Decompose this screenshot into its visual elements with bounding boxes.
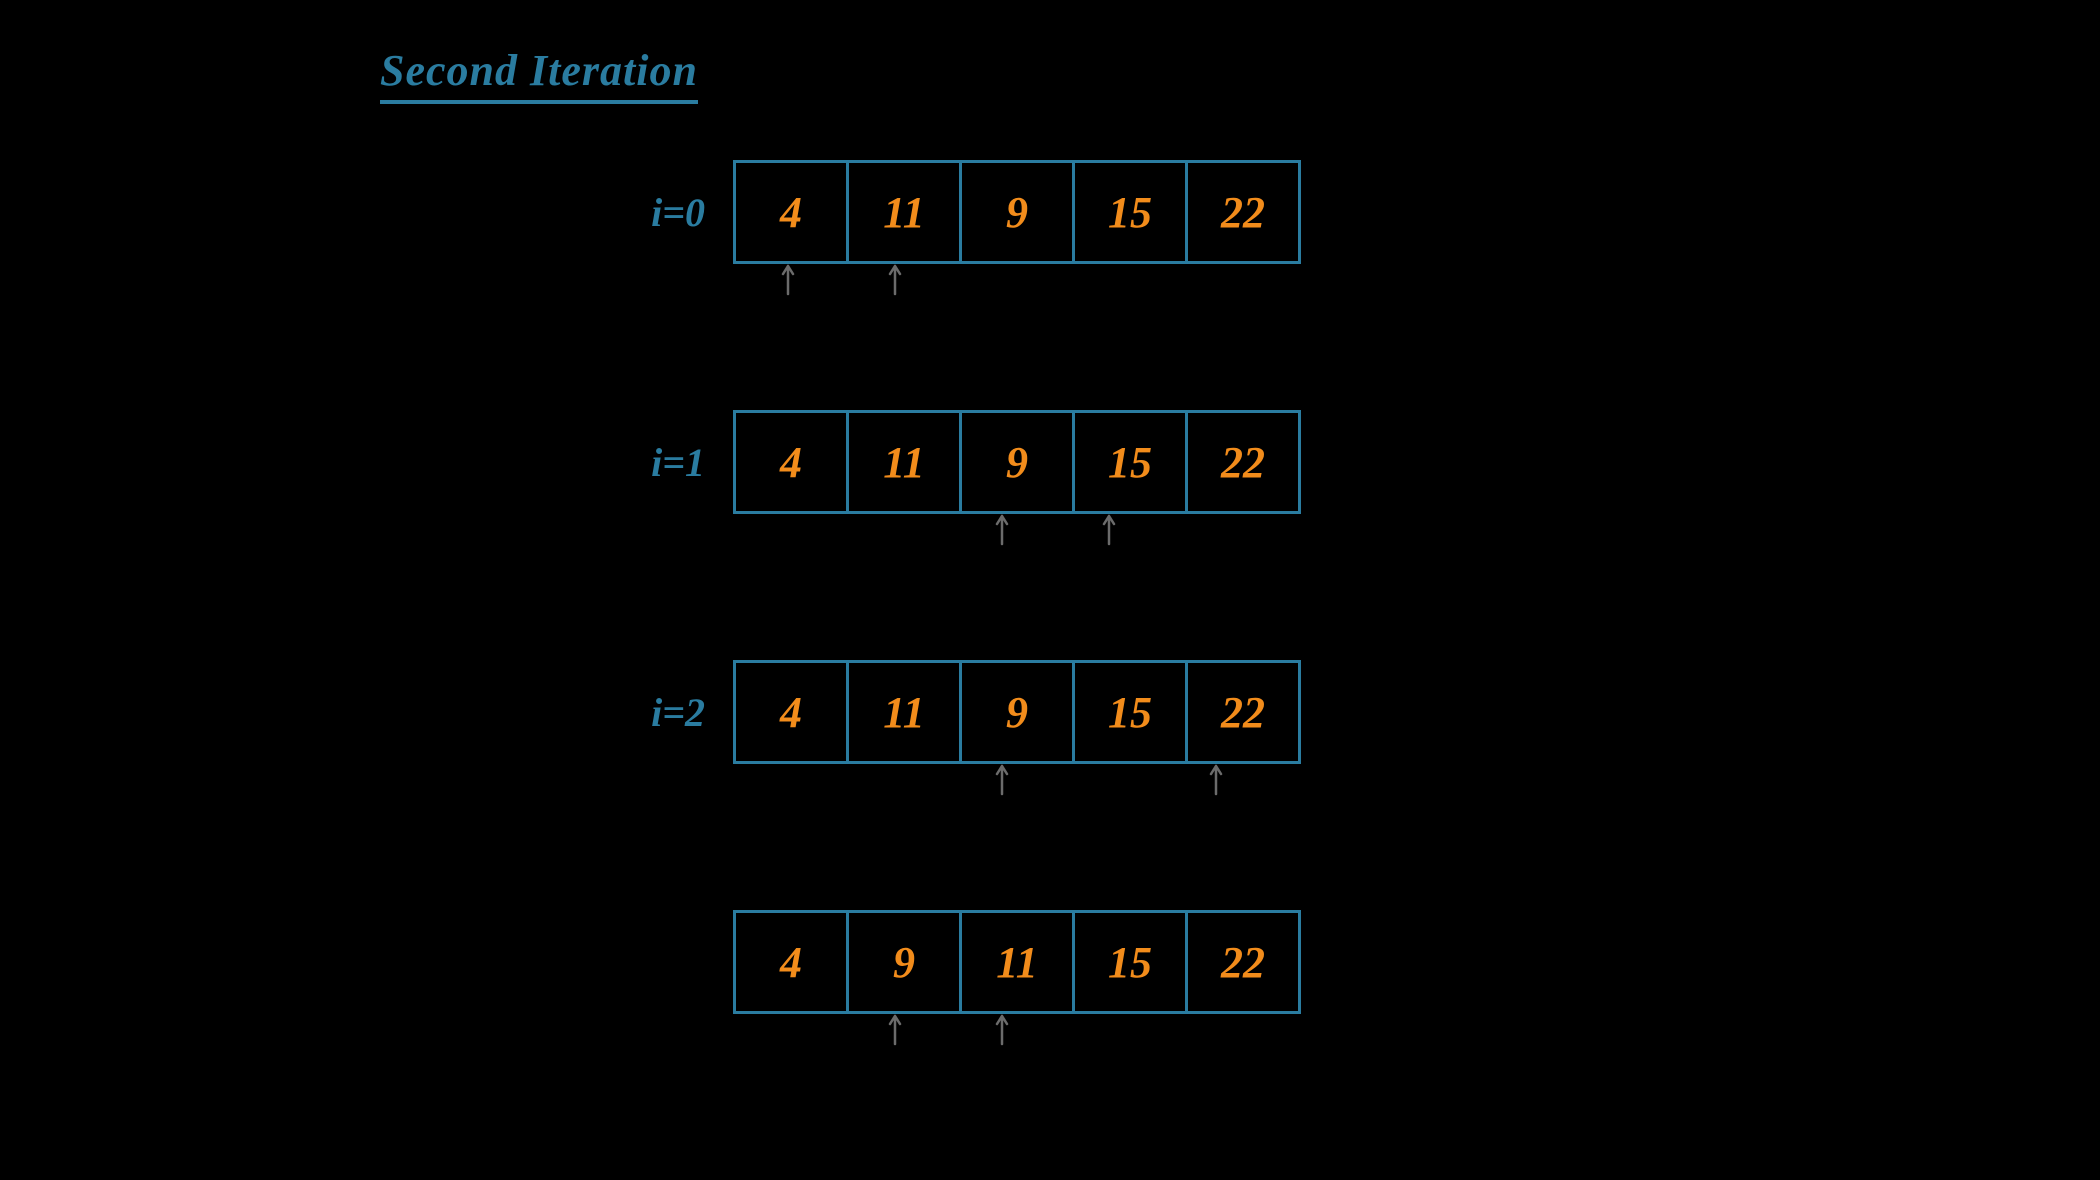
array-cell: 4 xyxy=(733,160,849,264)
array-cells: 41191522 xyxy=(733,660,1301,764)
array-cell: 9 xyxy=(959,410,1075,514)
array-cells: 49111522 xyxy=(733,910,1301,1014)
array-row: i=2 41191522 xyxy=(605,660,1301,764)
array-cell: 11 xyxy=(846,160,962,264)
array-cell: 9 xyxy=(959,160,1075,264)
arrow-up-icon xyxy=(779,264,799,296)
arrow-up-icon xyxy=(1207,764,1227,796)
array-cells: 41191522 xyxy=(733,410,1301,514)
array-cell: 4 xyxy=(733,660,849,764)
arrow-up-icon xyxy=(886,264,906,296)
arrow-up-icon xyxy=(993,514,1013,546)
array-cell: 22 xyxy=(1185,910,1301,1014)
arrow-up-icon xyxy=(886,1014,906,1046)
iteration-label: i=2 xyxy=(605,689,705,736)
array-cell: 4 xyxy=(733,910,849,1014)
array-row: 49111522 xyxy=(605,910,1301,1014)
array-cell: 22 xyxy=(1185,410,1301,514)
iteration-label: i=0 xyxy=(605,189,705,236)
array-cell: 9 xyxy=(846,910,962,1014)
array-cell: 11 xyxy=(959,910,1075,1014)
array-cell: 22 xyxy=(1185,160,1301,264)
array-cell: 11 xyxy=(846,660,962,764)
array-cell: 15 xyxy=(1072,160,1188,264)
arrow-up-icon xyxy=(993,764,1013,796)
array-cell: 15 xyxy=(1072,660,1188,764)
array-cell: 22 xyxy=(1185,660,1301,764)
array-row: i=0 41191522 xyxy=(605,160,1301,264)
array-cell: 15 xyxy=(1072,410,1188,514)
iteration-label: i=1 xyxy=(605,439,705,486)
diagram-title: Second Iteration xyxy=(380,45,698,104)
array-cell: 15 xyxy=(1072,910,1188,1014)
array-row: i=1 41191522 xyxy=(605,410,1301,514)
array-cell: 4 xyxy=(733,410,849,514)
arrow-up-icon xyxy=(993,1014,1013,1046)
arrow-up-icon xyxy=(1100,514,1120,546)
array-cell: 11 xyxy=(846,410,962,514)
array-cells: 41191522 xyxy=(733,160,1301,264)
array-cell: 9 xyxy=(959,660,1075,764)
